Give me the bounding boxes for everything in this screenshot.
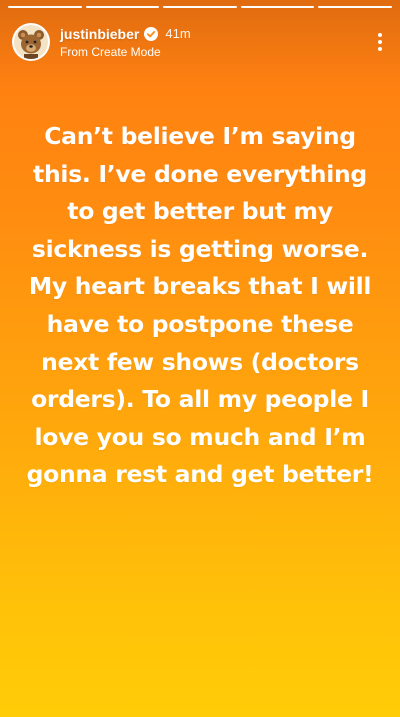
progress-segment [318,6,392,8]
username[interactable]: justinbieber [60,26,139,42]
progress-segment [163,6,237,8]
create-mode-label[interactable]: From Create Mode [60,45,191,59]
progress-segment [8,6,82,8]
story-meta: justinbieber 41m From Create Mode [60,26,191,59]
story-header: justinbieber 41m From Create Mode [12,20,390,64]
avatar[interactable] [12,23,50,61]
more-vertical-icon [378,33,382,51]
story-progress-bar [8,6,392,8]
more-options-button[interactable] [370,26,390,58]
verified-badge-icon [144,26,159,41]
progress-segment-fill [163,6,237,8]
progress-segment-fill [8,6,82,8]
progress-segment-fill [240,6,315,8]
story-text: Can’t believe I’m saying this. I’ve done… [26,122,374,489]
story-timestamp: 41m [165,26,191,41]
story-meta-top: justinbieber 41m [60,26,191,42]
progress-segment-fill [318,6,392,8]
progress-segment [85,6,160,8]
progress-segment [240,6,315,8]
story-view[interactable]: justinbieber 41m From Create Mode Can’t … [0,0,400,717]
progress-segment-fill [85,6,160,8]
bear-avatar-icon [14,25,48,59]
